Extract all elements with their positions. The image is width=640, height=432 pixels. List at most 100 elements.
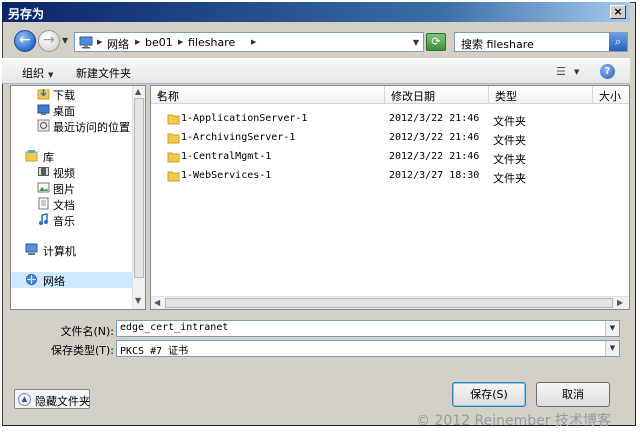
- breadcrumb-fileshare[interactable]: fileshare: [188, 36, 235, 49]
- sidebar-item-label: 库: [43, 151, 54, 164]
- sidebar-item-label: 计算机: [43, 245, 76, 258]
- computer-icon: [25, 243, 38, 255]
- scrollbar-thumb[interactable]: [134, 98, 144, 278]
- filename-field[interactable]: edge_cert_intranet ▼: [116, 320, 620, 337]
- sort-ascending-icon: ▲: [157, 88, 164, 97]
- column-header-modified[interactable]: 修改日期: [385, 86, 489, 104]
- folder-icon: [167, 114, 180, 125]
- file-type: 文件夹: [493, 172, 526, 185]
- folder-icon: [167, 133, 180, 144]
- chevron-down-icon[interactable]: ▼: [574, 68, 579, 76]
- video-icon: [38, 167, 49, 176]
- cancel-button[interactable]: 取消: [536, 382, 610, 407]
- file-name: 1-ArchivingServer-1: [181, 132, 296, 143]
- file-modified: 2012/3/22 21:46: [389, 132, 480, 143]
- chevron-down-icon: ▼: [48, 71, 54, 79]
- organize-menu[interactable]: 组织 ▼: [22, 65, 53, 81]
- network-icon: [79, 36, 93, 49]
- column-header-type[interactable]: 类型: [489, 86, 593, 104]
- address-row: ← → ▼ ▶ 网络 ▶ be01 ▶ fileshare ▶ ▼ ⟳ 搜索 f…: [2, 26, 630, 56]
- close-button[interactable]: ×: [610, 5, 626, 19]
- refresh-button[interactable]: ⟳: [426, 33, 446, 51]
- table-row[interactable]: 1-WebServices-1 2012/3/27 18:30 文件夹: [151, 167, 621, 186]
- scroll-down-icon[interactable]: ▼: [135, 296, 141, 305]
- sidebar-item-label: 图片: [53, 183, 75, 196]
- arrow-right-icon: →: [43, 32, 55, 48]
- chevron-right-icon[interactable]: ▶: [178, 38, 183, 46]
- view-options-icon[interactable]: ☰: [556, 65, 570, 78]
- file-type: 文件夹: [493, 153, 526, 166]
- column-header-name[interactable]: 名称 ▲: [151, 86, 385, 104]
- breadcrumb-be01[interactable]: be01: [145, 36, 173, 49]
- table-row[interactable]: 1-ApplicationServer-1 2012/3/22 21:46 文件…: [151, 110, 621, 129]
- scroll-right-icon[interactable]: ▶: [617, 298, 623, 307]
- search-input[interactable]: 搜索 fileshare: [461, 36, 534, 52]
- filetype-label: 保存类型(T):: [50, 344, 114, 357]
- chevron-right-icon[interactable]: ▶: [97, 38, 102, 46]
- sidebar-item-label: 下载: [53, 89, 75, 102]
- recent-places-icon: [37, 119, 50, 132]
- scroll-up-icon[interactable]: ▲: [135, 87, 141, 96]
- refresh-icon: ⟳: [431, 35, 441, 48]
- column-header-size[interactable]: 大小: [593, 86, 629, 104]
- window-title: 另存为: [8, 7, 45, 21]
- folder-icon: [167, 152, 180, 163]
- navigation-scrollbar[interactable]: ▲ ▼: [132, 86, 145, 309]
- chevron-up-icon: ▲: [18, 393, 31, 406]
- pictures-icon: [37, 182, 50, 193]
- table-row[interactable]: 1-ArchivingServer-1 2012/3/22 21:46 文件夹: [151, 129, 621, 148]
- filetype-select[interactable]: PKCS #7 证书 ▼: [116, 340, 620, 357]
- file-name: 1-CentralMgmt-1: [181, 151, 272, 162]
- music-icon: [39, 213, 48, 225]
- hide-folders-button[interactable]: ▲ 隐藏文件夹: [14, 389, 90, 409]
- library-icon: [25, 150, 38, 162]
- sidebar-item-label: 文档: [53, 199, 75, 212]
- filename-label: 文件名(N):: [60, 325, 114, 338]
- address-bar[interactable]: ▶ 网络 ▶ be01 ▶ fileshare ▶ ▼: [74, 32, 424, 52]
- download-folder-icon: [37, 89, 50, 100]
- file-name: 1-WebServices-1: [181, 170, 272, 181]
- breadcrumb-network[interactable]: 网络: [107, 36, 129, 52]
- sidebar-item-label: 网络: [43, 275, 65, 288]
- recent-pages-dropdown[interactable]: ▼: [62, 36, 68, 45]
- column-header-label: 大小: [599, 90, 621, 103]
- search-button[interactable]: ⌕: [609, 33, 627, 51]
- watermark: © 2012 Reinember 技术博客: [416, 413, 611, 429]
- chevron-right-icon[interactable]: ▶: [251, 38, 256, 46]
- file-name: 1-ApplicationServer-1: [181, 113, 308, 124]
- file-modified: 2012/3/22 21:46: [389, 113, 480, 124]
- back-button[interactable]: ←: [14, 30, 36, 52]
- command-toolbar: 组织 ▼ 新建文件夹 ☰ ▼ ?: [2, 58, 630, 84]
- scroll-left-icon[interactable]: ◀: [154, 298, 160, 307]
- file-list: 名称 ▲ 修改日期 类型 大小 1-ApplicationServer-1 20…: [150, 85, 630, 310]
- save-button[interactable]: 保存(S): [452, 382, 526, 407]
- chevron-down-icon[interactable]: ▼: [605, 321, 619, 336]
- folder-icon: [167, 171, 180, 182]
- documents-icon: [38, 197, 49, 210]
- new-folder-button[interactable]: 新建文件夹: [76, 65, 131, 81]
- file-modified: 2012/3/22 21:46: [389, 151, 480, 162]
- close-icon: ×: [613, 5, 623, 18]
- horizontal-scrollbar[interactable]: ◀ ▶: [151, 296, 629, 309]
- chevron-down-icon[interactable]: ▼: [605, 341, 619, 356]
- address-history-dropdown[interactable]: ▼: [413, 38, 419, 47]
- navigation-pane: 下载 桌面 最近访问的位置 库 视频 图片 文档 音乐 计算机 网络 ▲ ▼: [10, 85, 146, 310]
- chevron-right-icon[interactable]: ▶: [135, 38, 140, 46]
- scrollbar-thumb[interactable]: [165, 298, 613, 308]
- search-box[interactable]: 搜索 fileshare ⌕: [454, 32, 628, 52]
- hide-folders-label: 隐藏文件夹: [35, 395, 90, 408]
- organize-label: 组织: [22, 67, 44, 80]
- filetype-value: PKCS #7 证书: [120, 346, 189, 357]
- filename-input[interactable]: edge_cert_intranet: [120, 322, 228, 333]
- file-modified: 2012/3/27 18:30: [389, 170, 480, 181]
- search-icon: ⌕: [614, 35, 622, 48]
- file-type: 文件夹: [493, 115, 526, 128]
- title-bar[interactable]: 另存为 ×: [2, 2, 630, 22]
- arrow-left-icon: ←: [19, 32, 31, 48]
- forward-button[interactable]: →: [38, 30, 60, 52]
- desktop-icon: [37, 104, 50, 115]
- file-type: 文件夹: [493, 134, 526, 147]
- table-row[interactable]: 1-CentralMgmt-1 2012/3/22 21:46 文件夹: [151, 148, 621, 167]
- sidebar-item-network[interactable]: 网络: [11, 272, 133, 288]
- help-icon[interactable]: ?: [600, 64, 615, 79]
